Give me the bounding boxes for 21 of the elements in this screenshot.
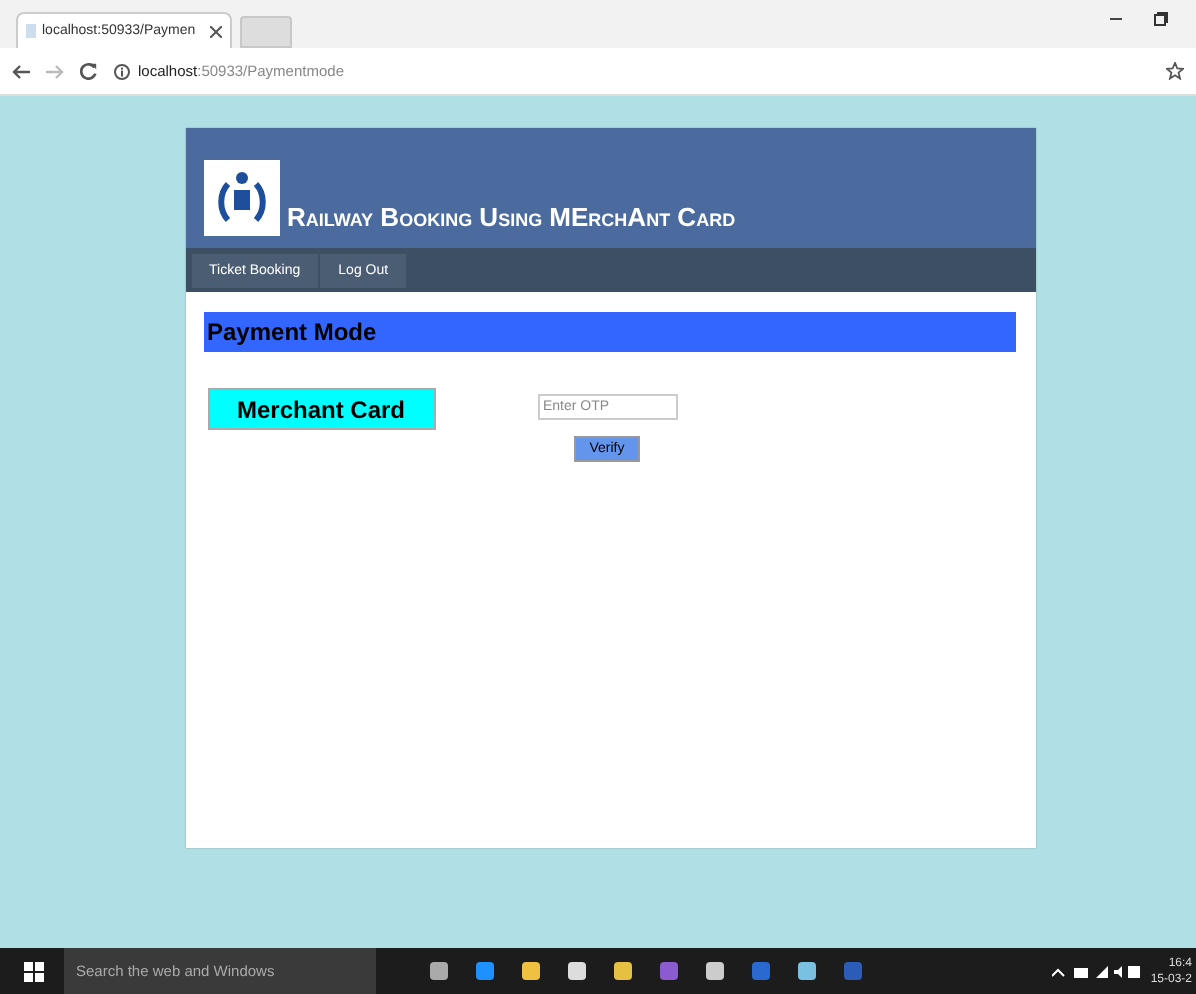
taskbar-app-icon[interactable]: [428, 960, 450, 982]
taskbar-app-icon[interactable]: [612, 960, 634, 982]
taskbar-app-icon[interactable]: [704, 960, 726, 982]
minimize-icon[interactable]: [1110, 17, 1122, 21]
restore-icon[interactable]: [1154, 12, 1168, 26]
tray-icons-drawing[interactable]: [1052, 963, 1141, 979]
taskbar-app-icon[interactable]: [796, 960, 818, 982]
windows-icon[interactable]: [24, 961, 44, 981]
close-icon[interactable]: [210, 25, 222, 37]
taskbar-app-icon[interactable]: [520, 960, 542, 982]
page-icon: [26, 24, 36, 38]
logo-icon: [203, 160, 279, 236]
taskbar-app-icon[interactable]: [474, 960, 496, 982]
back-icon[interactable]: [12, 63, 30, 79]
site-title: Railway Booking Using MErchAnt Card: [287, 202, 736, 232]
taskbar-app-icon[interactable]: [566, 960, 588, 982]
section-heading: Payment Mode: [203, 312, 1015, 352]
info-icon[interactable]: [114, 63, 130, 79]
payment-method-button[interactable]: Merchant Card: [207, 388, 435, 430]
reload-icon[interactable]: [80, 62, 98, 80]
star-icon[interactable]: [1166, 62, 1184, 80]
